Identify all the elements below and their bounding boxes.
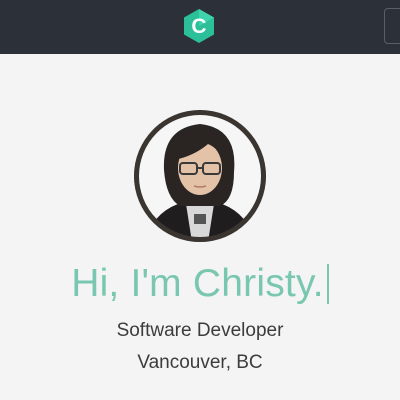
greeting-text: Hi, I'm Christy. (71, 262, 324, 305)
menu-toggle-button[interactable] (384, 8, 400, 44)
greeting-heading: Hi, I'm Christy. (0, 262, 400, 306)
typing-cursor (326, 264, 329, 304)
c-hexagon-logo-icon[interactable]: C (181, 8, 217, 44)
job-title: Software Developer (116, 320, 284, 341)
top-navbar: C (0, 0, 400, 54)
avatar-photo (134, 110, 266, 242)
avatar (134, 110, 266, 242)
location-text: Vancouver, BC (137, 352, 263, 373)
svg-text:C: C (191, 15, 206, 38)
